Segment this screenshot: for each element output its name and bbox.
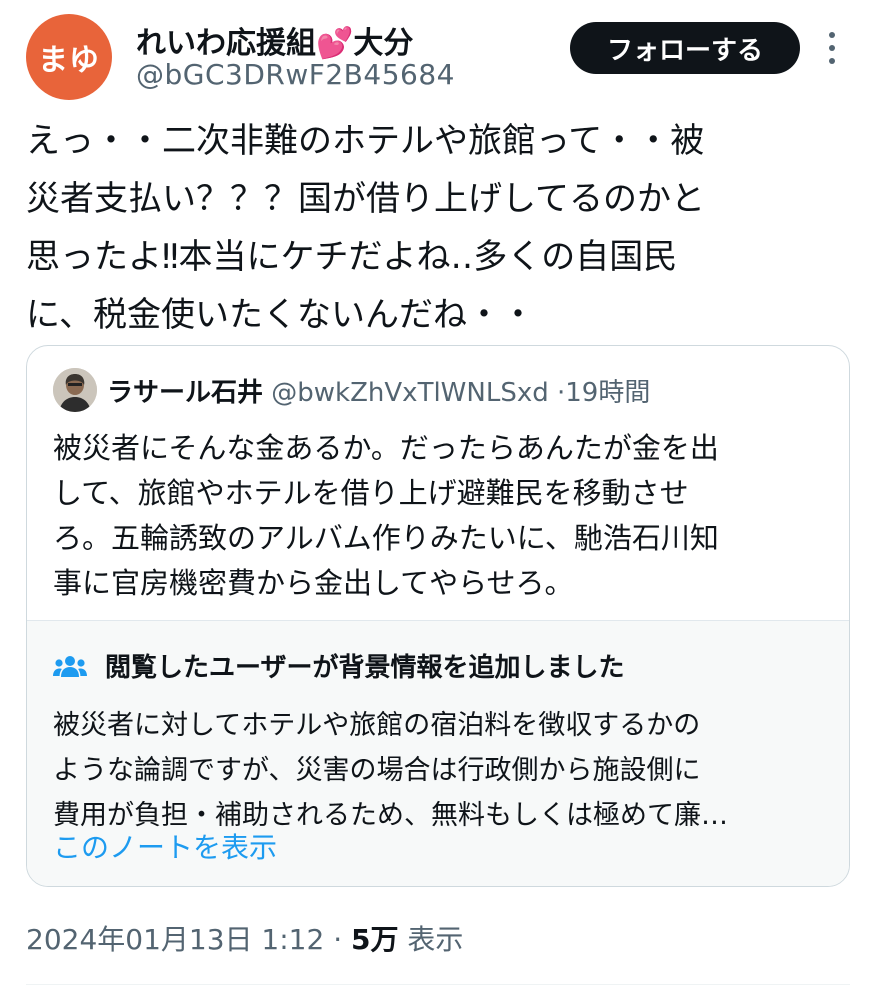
views-count: 5万 [351,923,399,956]
divider [26,984,850,985]
follow-button[interactable]: フォローする [570,22,800,74]
tweet-text: えっ・・二次非難のホテルや旅館って・・被 災者支払い？？？国が借り上げしてるのか… [26,121,705,335]
quote-avatar[interactable] [53,368,97,412]
tweet-header: まゆ れいわ応援組💕大分 @bGC3DRwF2B45684 フォローする [0,0,876,110]
quote-text: 被災者にそんな金あるか。だったらあんたが金を出 して、旅館やホテルを借り上げ避難… [53,431,719,600]
show-note-link[interactable]: このノートを表示 [53,826,277,866]
timestamp[interactable]: 2024年01月13日 1:12 [26,923,324,956]
person-photo-icon [53,368,97,412]
quote-time[interactable]: 19時間 [565,378,650,408]
user-handle[interactable]: @bGC3DRwF2B45684 [136,58,455,91]
more-vertical-icon[interactable] [826,30,838,66]
meta-separator: · [556,378,566,408]
meta-separator: · [333,923,343,956]
display-name[interactable]: れいわ応援組💕大分 [136,18,413,62]
quote-author-handle[interactable]: @bwkZhVxTlWNLSxd [271,378,548,408]
quoted-tweet-card[interactable]: ラサール石井 @bwkZhVxTlWNLSxd ·19時間 被災者にそんな金ある… [26,345,850,887]
quote-meta: ラサール石井 @bwkZhVxTlWNLSxd ·19時間 [107,372,650,409]
avatar[interactable]: まゆ [26,14,112,100]
views-label: 表示 [407,923,464,956]
community-note-title: 閲覧したユーザーが背景情報を追加しました [105,653,625,683]
community-note-text: 被災者に対してホテルや旅館の宿泊料を徴収するかの ような論調ですが、災害の場合は… [53,710,728,831]
people-icon [53,656,87,677]
community-note[interactable]: 閲覧したユーザーが背景情報を追加しました 被災者に対してホテルや旅館の宿泊料を徴… [27,620,849,886]
quote-author-name[interactable]: ラサール石井 [107,378,263,408]
tweet-meta: 2024年01月13日 1:12 · 5万 表示 [26,918,463,958]
